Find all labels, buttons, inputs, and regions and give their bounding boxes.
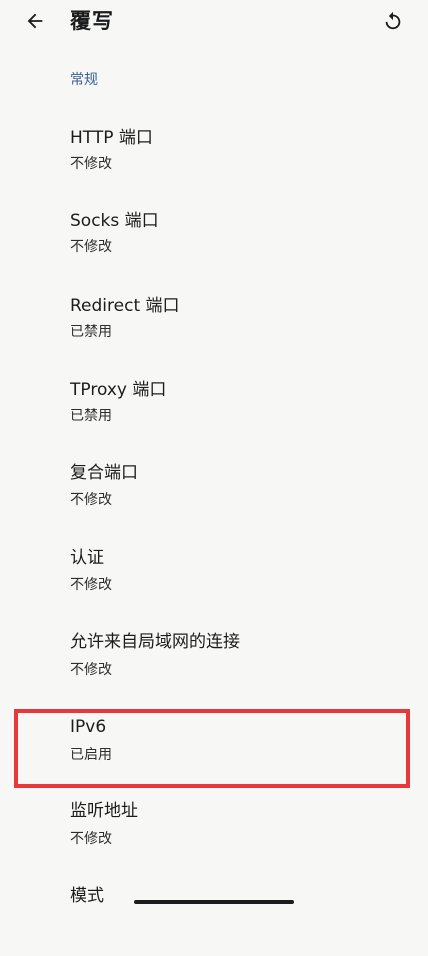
- setting-label: IPv6: [70, 717, 107, 737]
- setting-socks-port[interactable]: Socks 端口 不修改: [0, 195, 428, 279]
- setting-label: Redirect 端口: [70, 296, 180, 316]
- setting-value: 不修改: [70, 662, 112, 678]
- page-title: 覆写: [70, 9, 114, 33]
- back-button[interactable]: [22, 8, 48, 34]
- setting-label: TProxy 端口: [70, 380, 167, 400]
- setting-listen-address[interactable]: 监听地址 不修改: [0, 787, 428, 871]
- setting-value: 已禁用: [70, 324, 112, 340]
- setting-tproxy-port[interactable]: TProxy 端口 已禁用: [0, 364, 428, 448]
- section-header-general: 常规: [70, 72, 98, 88]
- setting-label: 模式: [70, 886, 104, 906]
- setting-allow-lan[interactable]: 允许来自局域网的连接 不修改: [0, 618, 428, 702]
- arrow-back-icon: [27, 13, 43, 29]
- setting-value: 不修改: [70, 156, 112, 172]
- setting-value: 已启用: [70, 747, 112, 763]
- setting-label: 允许来自局域网的连接: [70, 632, 240, 652]
- setting-value: 不修改: [70, 239, 112, 255]
- reset-button[interactable]: [380, 8, 406, 34]
- setting-mixed-port[interactable]: 复合端口 不修改: [0, 449, 428, 533]
- setting-label: Socks 端口: [70, 211, 159, 231]
- gesture-bar: [134, 900, 294, 904]
- setting-http-port[interactable]: HTTP 端口 不修改: [0, 110, 428, 194]
- app-bar: 覆写: [0, 0, 428, 44]
- setting-value: 不修改: [70, 831, 112, 847]
- setting-mode[interactable]: 模式: [0, 872, 428, 956]
- setting-label: HTTP 端口: [70, 128, 153, 148]
- setting-label: 复合端口: [70, 463, 138, 483]
- setting-label: 认证: [70, 548, 104, 568]
- setting-value: 不修改: [70, 577, 112, 593]
- reset-icon: [385, 11, 401, 30]
- setting-value: 不修改: [70, 492, 112, 508]
- setting-ipv6[interactable]: IPv6 已启用: [0, 703, 428, 787]
- setting-authentication[interactable]: 认证 不修改: [0, 533, 428, 617]
- setting-label: 监听地址: [70, 801, 138, 821]
- setting-redirect-port[interactable]: Redirect 端口 已禁用: [0, 280, 428, 364]
- setting-value: 已禁用: [70, 408, 112, 424]
